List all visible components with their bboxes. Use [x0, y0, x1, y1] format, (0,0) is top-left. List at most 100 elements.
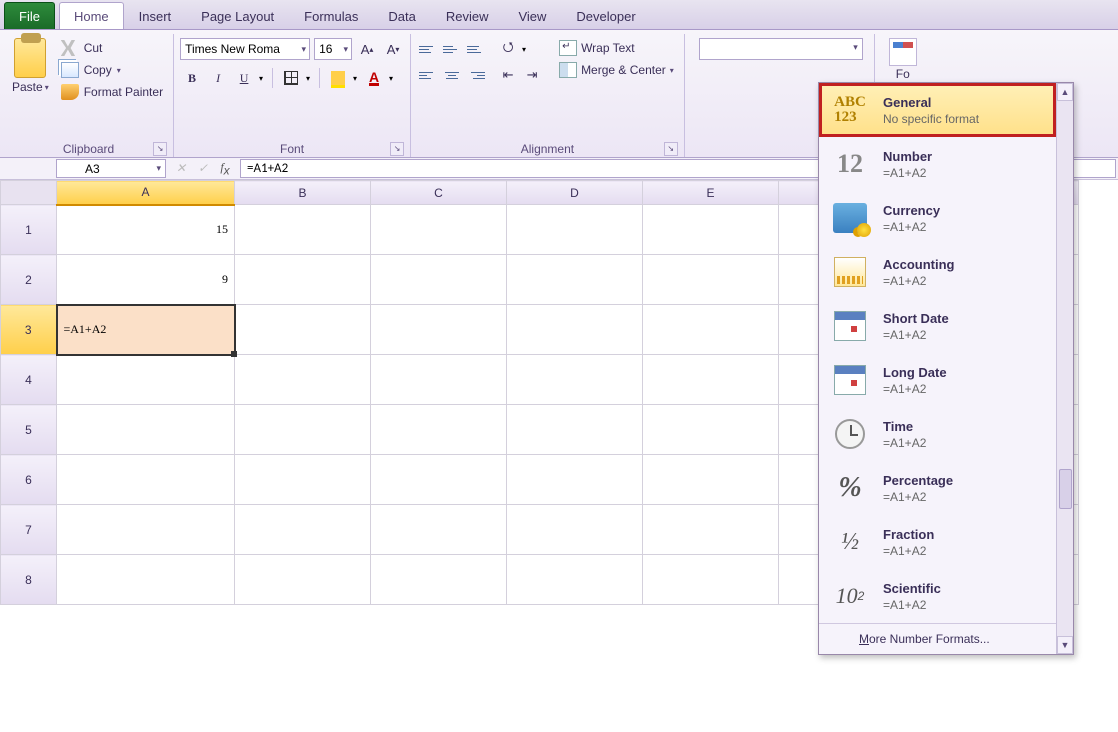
cell-c4[interactable]: [371, 355, 507, 405]
format-number[interactable]: 12 Number=A1+A2: [819, 137, 1056, 191]
format-currency[interactable]: Currency=A1+A2: [819, 191, 1056, 245]
tab-data[interactable]: Data: [373, 2, 430, 29]
borders-dd[interactable]: ▾: [303, 66, 313, 90]
borders-button[interactable]: [279, 66, 303, 90]
align-right-button[interactable]: [465, 64, 487, 86]
tab-view[interactable]: View: [503, 2, 561, 29]
row-header-6[interactable]: 6: [1, 455, 57, 505]
cell-c6[interactable]: [371, 455, 507, 505]
paste-button[interactable]: Paste▾: [12, 80, 49, 94]
cell-b3[interactable]: [235, 305, 371, 355]
cell-b7[interactable]: [235, 505, 371, 555]
tab-insert[interactable]: Insert: [124, 2, 187, 29]
cell-d3[interactable]: [507, 305, 643, 355]
col-header-d[interactable]: D: [507, 181, 643, 205]
font-color-button[interactable]: A: [362, 66, 386, 90]
cell-e1[interactable]: [643, 205, 779, 255]
format-long-date[interactable]: Long Date=A1+A2: [819, 353, 1056, 407]
alignment-launcher[interactable]: ↘: [664, 142, 678, 156]
shrink-font-button[interactable]: A▾: [382, 38, 404, 60]
align-center-button[interactable]: [441, 64, 463, 86]
cell-e8[interactable]: [643, 555, 779, 605]
format-short-date[interactable]: Short Date=A1+A2: [819, 299, 1056, 353]
scroll-thumb[interactable]: [1059, 469, 1072, 509]
tab-home[interactable]: Home: [59, 2, 124, 29]
cell-c3[interactable]: [371, 305, 507, 355]
cell-b6[interactable]: [235, 455, 371, 505]
cell-e3[interactable]: [643, 305, 779, 355]
cell-a2[interactable]: 9: [57, 255, 235, 305]
orientation-dd[interactable]: ▾: [519, 38, 529, 60]
cell-e2[interactable]: [643, 255, 779, 305]
tab-developer[interactable]: Developer: [561, 2, 650, 29]
format-percentage[interactable]: % Percentage=A1+A2: [819, 461, 1056, 515]
fill-color-dd[interactable]: ▾: [350, 66, 360, 90]
cell-d2[interactable]: [507, 255, 643, 305]
font-name-combo[interactable]: Times New Roma: [180, 38, 310, 60]
font-launcher[interactable]: ↘: [390, 142, 404, 156]
font-size-combo[interactable]: 16: [314, 38, 352, 60]
row-header-4[interactable]: 4: [1, 355, 57, 405]
fx-icon[interactable]: fx: [216, 160, 234, 177]
cell-d8[interactable]: [507, 555, 643, 605]
align-bottom-button[interactable]: [465, 38, 487, 60]
orientation-button[interactable]: ⭯: [497, 38, 519, 60]
col-header-b[interactable]: B: [235, 181, 371, 205]
cell-a8[interactable]: [57, 555, 235, 605]
cancel-edit-icon[interactable]: ✕: [172, 161, 190, 176]
cell-a7[interactable]: [57, 505, 235, 555]
copy-button[interactable]: Copy▾: [61, 62, 163, 78]
confirm-edit-icon[interactable]: ✓: [194, 161, 212, 176]
row-header-1[interactable]: 1: [1, 205, 57, 255]
cell-b4[interactable]: [235, 355, 371, 405]
col-header-c[interactable]: C: [371, 181, 507, 205]
scroll-down-icon[interactable]: ▼: [1057, 636, 1073, 654]
cell-a1[interactable]: 15: [57, 205, 235, 255]
tab-review[interactable]: Review: [431, 2, 504, 29]
row-header-2[interactable]: 2: [1, 255, 57, 305]
format-fraction[interactable]: ½ Fraction=A1+A2: [819, 515, 1056, 569]
grow-font-button[interactable]: A▴: [356, 38, 378, 60]
format-scientific[interactable]: 102 Scientific=A1+A2: [819, 569, 1056, 623]
row-header-5[interactable]: 5: [1, 405, 57, 455]
cell-c2[interactable]: [371, 255, 507, 305]
cell-e7[interactable]: [643, 505, 779, 555]
underline-button[interactable]: U: [232, 66, 256, 90]
col-header-e[interactable]: E: [643, 181, 779, 205]
format-accounting[interactable]: Accounting=A1+A2: [819, 245, 1056, 299]
format-general[interactable]: ABC123 GeneralNo specific format: [819, 83, 1056, 137]
cell-b2[interactable]: [235, 255, 371, 305]
tab-formulas[interactable]: Formulas: [289, 2, 373, 29]
row-header-7[interactable]: 7: [1, 505, 57, 555]
cell-b1[interactable]: [235, 205, 371, 255]
cut-button[interactable]: Cut: [61, 40, 163, 56]
font-color-dd[interactable]: ▾: [386, 66, 396, 90]
cell-a5[interactable]: [57, 405, 235, 455]
align-middle-button[interactable]: [441, 38, 463, 60]
name-box[interactable]: A3: [56, 159, 166, 178]
tab-page-layout[interactable]: Page Layout: [186, 2, 289, 29]
cell-d5[interactable]: [507, 405, 643, 455]
cell-e5[interactable]: [643, 405, 779, 455]
col-header-a[interactable]: A: [57, 181, 235, 205]
row-header-8[interactable]: 8: [1, 555, 57, 605]
format-painter-button[interactable]: Format Painter: [61, 84, 163, 100]
tab-file[interactable]: File: [4, 2, 55, 29]
cell-e4[interactable]: [643, 355, 779, 405]
cell-c8[interactable]: [371, 555, 507, 605]
wrap-text-button[interactable]: Wrap Text: [559, 40, 674, 56]
cell-e6[interactable]: [643, 455, 779, 505]
cell-c7[interactable]: [371, 505, 507, 555]
cell-a4[interactable]: [57, 355, 235, 405]
cell-b5[interactable]: [235, 405, 371, 455]
paste-icon[interactable]: [14, 38, 46, 78]
align-top-button[interactable]: [417, 38, 439, 60]
fill-color-button[interactable]: [326, 66, 350, 90]
row-header-3[interactable]: 3: [1, 305, 57, 355]
bold-button[interactable]: B: [180, 66, 204, 90]
align-left-button[interactable]: [417, 64, 439, 86]
underline-dd[interactable]: ▾: [256, 66, 266, 90]
increase-indent-button[interactable]: ⇥: [521, 64, 543, 86]
cell-d7[interactable]: [507, 505, 643, 555]
cell-a3[interactable]: =A1+A2: [57, 305, 235, 355]
